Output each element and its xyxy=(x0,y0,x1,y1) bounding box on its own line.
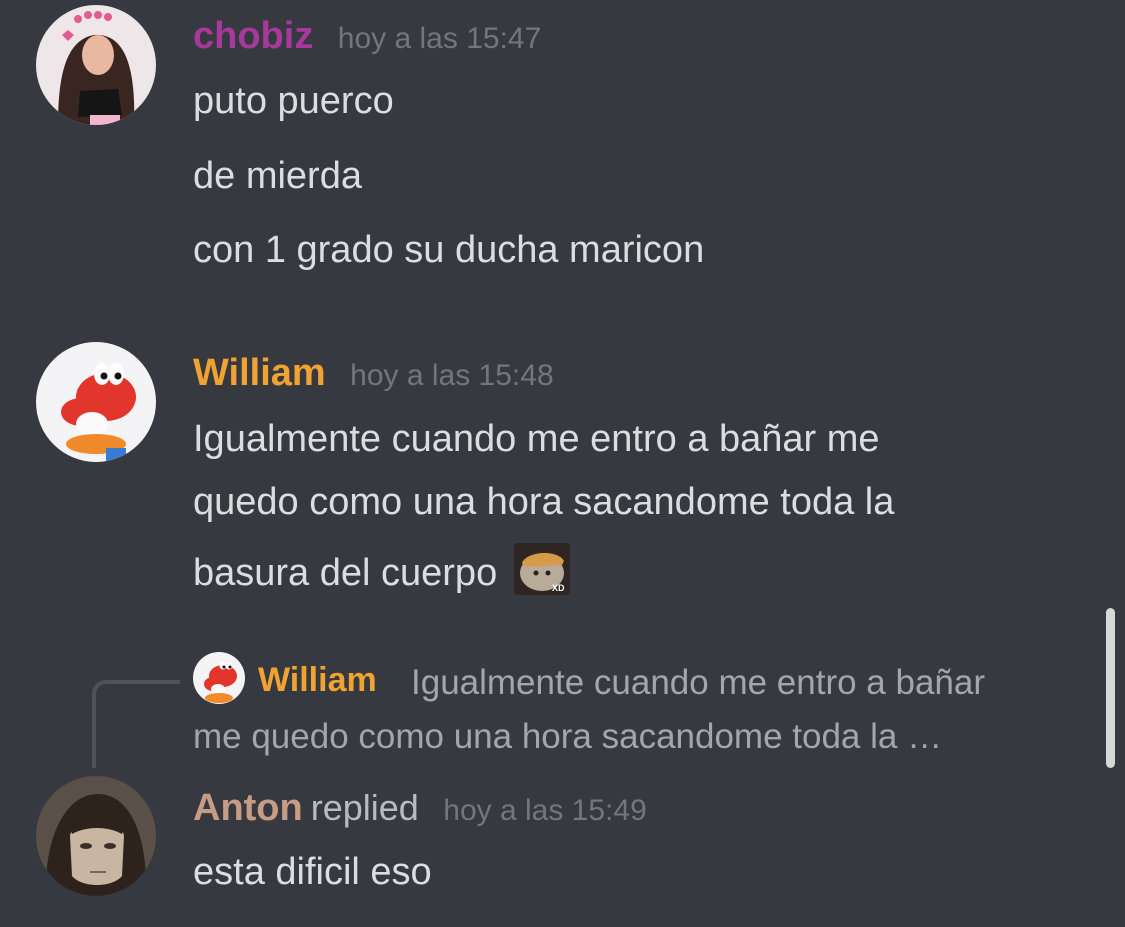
replied-label: replied xyxy=(310,787,419,828)
message-text: basura del cuerpo xyxy=(193,552,498,594)
cat-xd-emoji-icon[interactable]: XD xyxy=(513,543,570,595)
message-timestamp: hoy a las 15:49 xyxy=(443,794,647,827)
reply-preview-text[interactable]: Igualmente cuando me entro a bañar xyxy=(411,663,985,703)
emoji-label: XD xyxy=(552,583,565,593)
message-text: con 1 grado su ducha maricon xyxy=(193,229,705,271)
message-text: quedo como una hora sacandome toda la xyxy=(193,481,895,523)
scrollbar-thumb[interactable] xyxy=(1106,608,1115,768)
message-text-with-emoji: basura del cuerpo XD xyxy=(193,543,570,595)
message-text: puto puerco xyxy=(193,80,394,122)
avatar-william[interactable] xyxy=(36,342,156,462)
message-text: de mierda xyxy=(193,155,362,197)
avatar-anton[interactable] xyxy=(36,776,156,896)
message-text: Igualmente cuando me entro a bañar me xyxy=(193,418,880,460)
message-author[interactable]: Anton xyxy=(193,787,303,829)
reply-preview-text[interactable]: me quedo como una hora sacandome toda la… xyxy=(193,717,942,757)
message-text: esta dificil eso xyxy=(193,851,432,893)
message-author[interactable]: William xyxy=(193,352,326,394)
chat-messages: chobiz hoy a las 15:47 puto puerco de mi… xyxy=(0,0,1125,927)
reply-connector xyxy=(92,680,180,768)
avatar-chobiz[interactable] xyxy=(36,5,156,125)
message-author[interactable]: chobiz xyxy=(193,15,313,57)
message-timestamp: hoy a las 15:48 xyxy=(350,359,554,392)
reply-avatar-william[interactable] xyxy=(193,652,245,704)
reply-author[interactable]: William xyxy=(258,661,377,700)
message-timestamp: hoy a las 15:47 xyxy=(337,22,542,55)
